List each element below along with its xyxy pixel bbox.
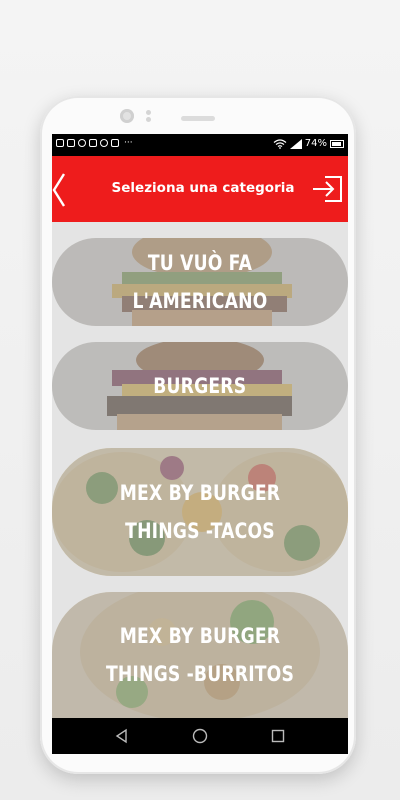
page-title: Seleziona una categoria <box>111 180 295 196</box>
category-card-burgers[interactable]: BURGERS <box>52 342 348 430</box>
system-nav-bar <box>52 718 348 754</box>
category-label: MEX BY BURGER THINGS -TACOS <box>119 481 281 543</box>
app-bar: Seleziona una categoria <box>52 156 348 222</box>
category-card-burritos[interactable]: MEX BY BURGER THINGS -BURRITOS <box>52 592 348 718</box>
notification-icon <box>89 139 97 147</box>
category-card-americano[interactable]: TU VUÒ FA L'AMERICANO <box>52 238 348 326</box>
notification-icons: ··· <box>56 138 133 148</box>
square-recents-icon[interactable] <box>270 728 286 744</box>
category-label: MEX BY BURGER THINGS -BURRITOS <box>105 624 295 686</box>
category-label: TU VUÒ FA L'AMERICANO <box>132 251 268 313</box>
notification-icon <box>56 139 64 147</box>
category-card-tacos[interactable]: MEX BY BURGER THINGS -TACOS <box>52 448 348 576</box>
circle-home-icon[interactable] <box>192 728 208 744</box>
system-status: 74% <box>273 138 344 149</box>
notification-icon <box>67 139 75 147</box>
facebook-icon <box>100 139 108 147</box>
wifi-icon <box>273 138 287 149</box>
category-list: TU VUÒ FA L'AMERICANO BURGERS MEX BY BUR… <box>52 222 348 718</box>
signal-icon <box>289 138 302 149</box>
burger-app-icon <box>111 139 119 147</box>
app-screen: ··· 74% Seleziona una categoria TU VUÒ F… <box>52 134 348 754</box>
battery-percentage: 74% <box>304 138 327 149</box>
chevron-left-icon[interactable] <box>52 172 70 208</box>
status-bar: ··· 74% <box>52 134 348 156</box>
notification-icon <box>78 139 86 147</box>
front-camera <box>120 109 134 123</box>
more-notifications-icon: ··· <box>124 138 133 148</box>
triangle-back-icon[interactable] <box>114 728 130 744</box>
earpiece-speaker <box>181 116 215 121</box>
proximity-sensor <box>146 110 151 122</box>
login-icon[interactable] <box>312 176 342 202</box>
battery-icon <box>330 139 344 148</box>
category-label: BURGERS <box>153 374 247 398</box>
